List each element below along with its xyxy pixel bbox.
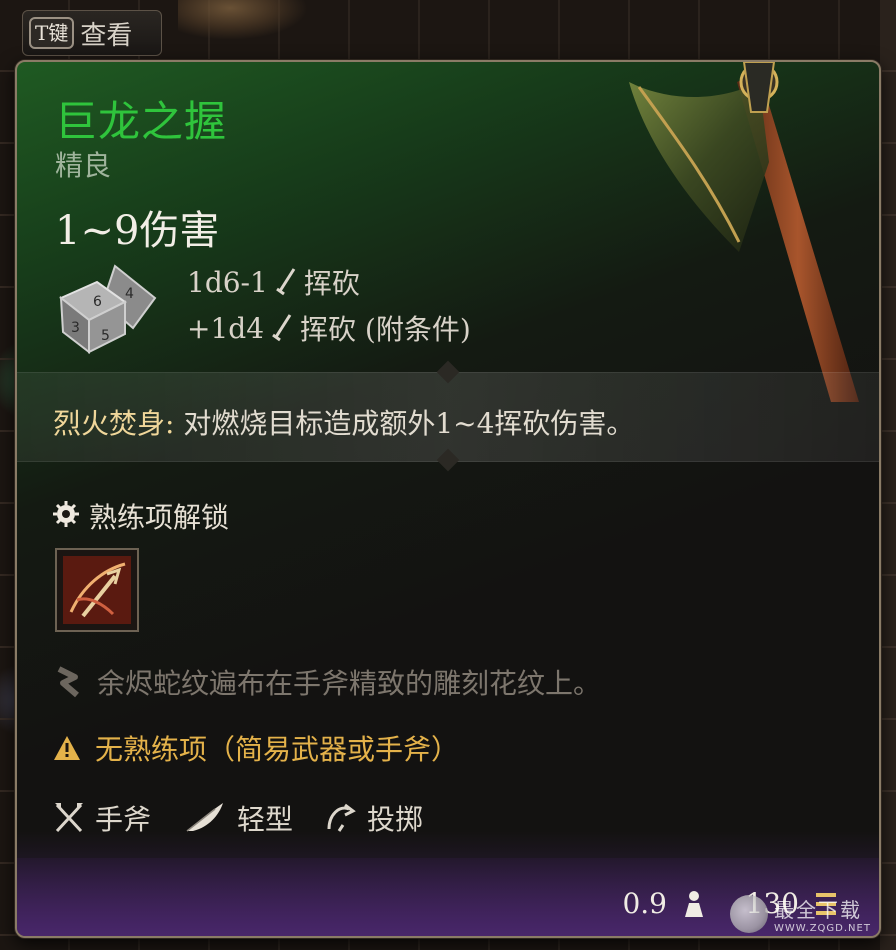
weight-icon (685, 890, 703, 917)
watermark-text: 最全下载 WWW.ZQGD.NET (774, 894, 871, 934)
item-name: 巨龙之握 (55, 97, 228, 146)
weapon-action-slot[interactable] (55, 548, 139, 632)
property-label: 投掷 (367, 803, 424, 836)
proficiency-warning: 无熟练项（简易武器或手斧） (53, 728, 459, 768)
property-label: 轻型 (237, 803, 294, 836)
examine-key-hint[interactable]: T键 查看 (22, 10, 162, 56)
background-inventory-edge (880, 0, 896, 950)
proficiency-icon (53, 501, 79, 527)
property-light[interactable]: 轻型 (183, 798, 293, 838)
svg-text:3: 3 (71, 320, 80, 336)
watermark-logo-icon (730, 895, 768, 933)
examine-label: 查看 (80, 20, 133, 51)
slashing-icon (272, 314, 292, 342)
background-boots-item (178, 0, 308, 40)
lore-line: 余烬蛇纹遍布在手斧精致的雕刻花纹上。 (53, 662, 601, 702)
weapon-action-icon (63, 556, 131, 624)
watermark-title: 最全下载 (774, 898, 862, 922)
property-handaxe[interactable]: 手斧 (53, 798, 151, 838)
proficiency-unlock-title: 熟练项解锁 (53, 496, 229, 536)
watermark-url: WWW.ZQGD.NET (774, 923, 871, 934)
svg-text:5: 5 (101, 328, 110, 344)
slashing-icon (275, 268, 296, 296)
passive-description: 对燃烧目标造成额外1~4挥砍伤害。 (174, 407, 635, 440)
svg-text:4: 4 (125, 286, 134, 302)
weight-value: 0.9 (622, 887, 667, 920)
key-cap: T键 (29, 17, 75, 49)
feather-icon (186, 803, 224, 832)
throw-icon (327, 803, 356, 832)
dice-icon: 4 6 3 5 (59, 264, 157, 354)
damage-total: 1~9伤害 (55, 208, 220, 254)
lore-text: 余烬蛇纹遍布在手斧精致的雕刻花纹上。 (97, 667, 602, 700)
crossed-axes-icon (55, 803, 83, 833)
handaxe-icon (629, 62, 859, 402)
weapon-properties: 手斧 轻型 投掷 (53, 798, 445, 838)
passive-name: 烈火焚身: (53, 407, 175, 440)
property-thrown[interactable]: 投掷 (325, 798, 423, 838)
damage-line: 1d6-1 挥砍 (187, 262, 360, 302)
item-tooltip: 巨龙之握 精良 1~9伤害 4 6 3 5 1d6-1 挥砍 +1d4 挥砍 (… (15, 60, 881, 938)
warning-icon (54, 736, 80, 760)
damage-type: 挥砍 (附条件) (300, 313, 471, 346)
property-label: 手斧 (95, 803, 152, 836)
warning-text: 无熟练项（简易武器或手斧） (95, 733, 460, 766)
damage-type: 挥砍 (303, 267, 360, 300)
svg-text:6: 6 (93, 294, 102, 310)
damage-dice: +1d4 (187, 311, 265, 345)
item-rarity: 精良 (55, 149, 112, 182)
item-weight: 0.9 (622, 887, 707, 920)
proficiency-title-label: 熟练项解锁 (89, 501, 230, 534)
site-watermark: 最全下载 WWW.ZQGD.NET (730, 892, 880, 936)
passive-ability[interactable]: 烈火焚身: 对燃烧目标造成额外1~4挥砍伤害。 (53, 402, 634, 442)
quill-icon (57, 666, 79, 698)
damage-dice: 1d6-1 (187, 265, 268, 299)
damage-line: +1d4 挥砍 (附条件) (187, 308, 471, 348)
